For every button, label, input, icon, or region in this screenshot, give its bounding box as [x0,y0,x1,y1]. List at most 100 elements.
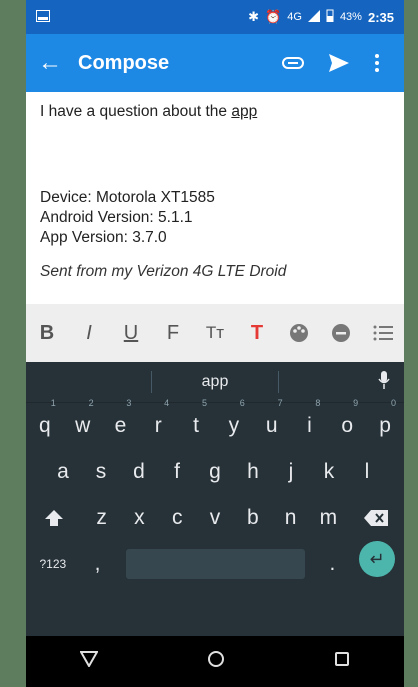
key-hint: 1 [50,398,56,408]
key-s[interactable]: s [82,449,120,495]
suggestion-word[interactable]: app [152,373,277,391]
battery-percent: 43% [339,11,362,23]
suggestion-divider [277,371,279,393]
question-text: I have a question about the [40,103,232,120]
bold-button[interactable]: B [33,322,61,345]
key-z[interactable]: z [83,495,121,541]
app-bar: ← Compose [26,34,404,92]
key-l[interactable]: l [348,449,386,495]
nav-bar [26,636,404,687]
text-size-button[interactable]: Tт [201,323,229,343]
space-bar[interactable] [125,549,305,579]
key-label: w [75,414,91,437]
key-label: i [307,414,312,437]
key-n[interactable]: n [272,495,310,541]
app-link[interactable]: app [231,103,257,120]
send-icon[interactable] [316,54,362,72]
key-row-1: 1q 2w 3e 4r 5t 6y 7u 8i 9o 0p [26,398,404,449]
key-j[interactable]: j [272,449,310,495]
attach-icon[interactable] [270,56,316,70]
period-key[interactable]: . [315,541,351,587]
key-a[interactable]: a [44,449,82,495]
key-i[interactable]: 8i [291,398,329,449]
key-hint: 4 [164,398,170,408]
back-nav-icon[interactable] [79,650,100,673]
network-label: 4G [287,11,302,23]
symbols-key[interactable]: ?123 [26,541,80,587]
key-label: p [379,414,391,437]
key-w[interactable]: 2w [64,398,102,449]
comma-key[interactable]: , [80,541,116,587]
android-version-line: Android Version: 5.1.1 [40,209,193,226]
key-v[interactable]: v [196,495,234,541]
key-p[interactable]: 0p [366,398,404,449]
device-line: Device: Motorola XT1585 [40,189,215,206]
key-hint: 2 [88,398,94,408]
key-row-3: z x c v b n m [26,495,404,541]
key-hint: 6 [239,398,245,408]
battery-icon [326,9,334,25]
key-x[interactable]: x [121,495,159,541]
key-d[interactable]: d [120,449,158,495]
bluetooth-icon: ✱ [248,9,260,24]
key-hint: 0 [390,398,396,408]
font-button[interactable]: F [159,322,187,345]
enter-key[interactable]: ↵ [350,541,404,587]
home-nav-icon[interactable] [207,650,225,674]
phone-screen: ✱ ⏰ 4G 43% 2:35 ← Compose I have a quest… [26,0,404,687]
key-hint: 3 [126,398,132,408]
key-f[interactable]: f [158,449,196,495]
key-row-4: ?123 , . ↵ [26,541,404,587]
back-arrow-icon[interactable]: ← [38,49,72,77]
enter-icon: ↵ [359,541,396,577]
app-version-line: App Version: 3.7.0 [40,229,167,246]
key-hint: 8 [315,398,321,408]
page-title: Compose [78,51,170,74]
backspace-key[interactable] [347,495,404,541]
italic-button[interactable]: I [75,322,103,345]
key-hint: 7 [277,398,283,408]
keyboard: app 1q 2w 3e 4r 5t 6y 7u 8i 9o 0p a s d … [26,362,404,636]
notification-icon [36,9,50,25]
message-body[interactable]: I have a question about the app Device: … [26,92,404,282]
key-r[interactable]: 4r [139,398,177,449]
emoji-icon[interactable] [327,323,355,343]
key-label: e [114,414,127,437]
key-k[interactable]: k [310,449,348,495]
key-label: t [193,414,199,437]
key-label: u [265,414,278,437]
key-y[interactable]: 6y [215,398,253,449]
shift-icon [45,510,64,527]
format-toolbar: B I U F Tт T [26,304,404,362]
clock: 2:35 [367,9,394,25]
key-u[interactable]: 7u [253,398,291,449]
key-o[interactable]: 9o [328,398,366,449]
message-line-question: I have a question about the app [40,102,390,122]
key-b[interactable]: b [234,495,272,541]
text-color-button[interactable]: T [243,322,271,345]
key-label: r [154,414,162,437]
key-label: q [39,414,51,437]
key-h[interactable]: h [234,449,272,495]
shift-key[interactable] [26,495,83,541]
key-label: o [341,414,354,437]
key-hint: 9 [353,398,359,408]
key-t[interactable]: 5t [177,398,215,449]
signal-icon [307,9,320,25]
key-row-2: a s d f g h j k l [26,449,404,495]
alarm-icon: ⏰ [265,9,282,24]
backspace-icon [363,510,388,527]
key-c[interactable]: c [158,495,196,541]
key-q[interactable]: 1q [26,398,64,449]
key-e[interactable]: 3e [102,398,140,449]
suggestion-strip: app [26,362,404,403]
key-m[interactable]: m [309,495,347,541]
key-g[interactable]: g [196,449,234,495]
list-icon[interactable] [369,324,397,342]
overflow-menu-icon[interactable] [362,54,392,72]
underline-button[interactable]: U [117,322,145,345]
recents-nav-icon[interactable] [334,650,350,673]
microphone-icon[interactable] [378,371,390,394]
palette-icon[interactable] [285,323,313,343]
signature: Sent from my Verizon 4G LTE Droid [40,263,287,280]
